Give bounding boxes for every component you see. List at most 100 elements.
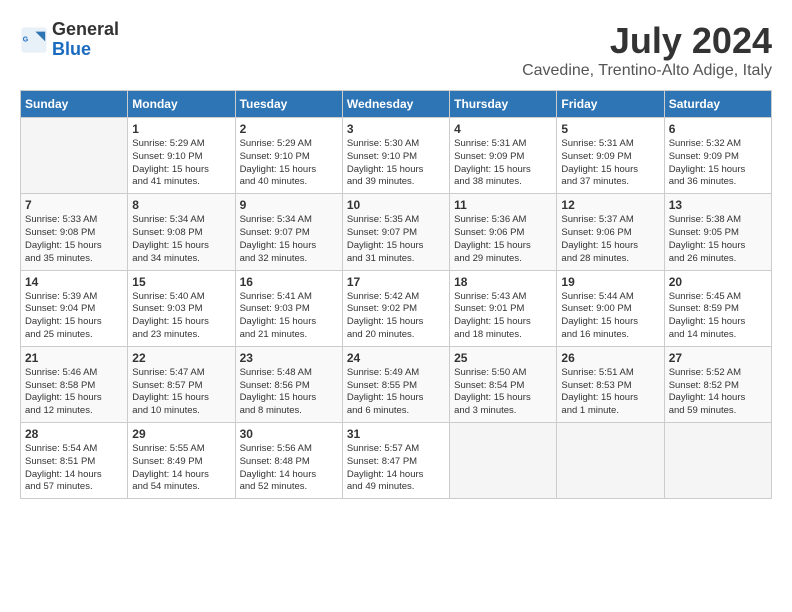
- column-header-tuesday: Tuesday: [235, 91, 342, 118]
- calendar-cell: 29 Sunrise: 5:55 AMSunset: 8:49 PMDayligh…: [128, 423, 235, 499]
- logo-line1: General: [52, 20, 119, 40]
- day-info: Sunrise: 5:33 AMSunset: 9:08 PMDaylight:…: [25, 214, 123, 265]
- column-header-sunday: Sunday: [21, 91, 128, 118]
- day-info: Sunrise: 5:35 AMSunset: 9:07 PMDaylight:…: [347, 214, 445, 265]
- day-number: 5: [561, 122, 659, 136]
- calendar-cell: 1 Sunrise: 5:29 AMSunset: 9:10 PMDaylight…: [128, 118, 235, 194]
- day-number: 29: [132, 427, 230, 441]
- day-number: 19: [561, 275, 659, 289]
- day-number: 10: [347, 198, 445, 212]
- calendar-cell: 10 Sunrise: 5:35 AMSunset: 9:07 PMDayligh…: [342, 194, 449, 270]
- logo-icon: G: [20, 26, 48, 54]
- day-number: 26: [561, 351, 659, 365]
- calendar-cell: 27 Sunrise: 5:52 AMSunset: 8:52 PMDayligh…: [664, 346, 771, 422]
- day-info: Sunrise: 5:47 AMSunset: 8:57 PMDaylight:…: [132, 367, 230, 418]
- calendar-week-4: 21 Sunrise: 5:46 AMSunset: 8:58 PMDayligh…: [21, 346, 772, 422]
- header: G General Blue July 2024 Cavedine, Trent…: [20, 20, 772, 80]
- day-number: 31: [347, 427, 445, 441]
- column-header-wednesday: Wednesday: [342, 91, 449, 118]
- calendar-cell: [450, 423, 557, 499]
- calendar-cell: 21 Sunrise: 5:46 AMSunset: 8:58 PMDayligh…: [21, 346, 128, 422]
- calendar-cell: 13Sunrise: 5:38 AMSunset: 9:05 PMDayligh…: [664, 194, 771, 270]
- calendar-cell: 30Sunrise: 5:56 AMSunset: 8:48 PMDayligh…: [235, 423, 342, 499]
- day-number: 27: [669, 351, 767, 365]
- calendar-cell: 25 Sunrise: 5:50 AMSunset: 8:54 PMDayligh…: [450, 346, 557, 422]
- logo: G General Blue: [20, 20, 119, 60]
- day-info: Sunrise: 5:43 AMSunset: 9:01 PMDaylight:…: [454, 291, 552, 342]
- calendar-cell: 19Sunrise: 5:44 AMSunset: 9:00 PMDayligh…: [557, 270, 664, 346]
- day-info: Sunrise: 5:32 AMSunset: 9:09 PMDaylight:…: [669, 138, 767, 189]
- day-number: 21: [25, 351, 123, 365]
- day-number: 24: [347, 351, 445, 365]
- day-number: 11: [454, 198, 552, 212]
- day-info: Sunrise: 5:29 AMSunset: 9:10 PMDaylight:…: [132, 138, 230, 189]
- svg-text:G: G: [23, 36, 29, 43]
- day-info: Sunrise: 5:31 AMSunset: 9:09 PMDaylight:…: [561, 138, 659, 189]
- day-number: 25: [454, 351, 552, 365]
- day-number: 4: [454, 122, 552, 136]
- calendar-cell: 28 Sunrise: 5:54 AMSunset: 8:51 PMDayligh…: [21, 423, 128, 499]
- day-number: 14: [25, 275, 123, 289]
- day-number: 13: [669, 198, 767, 212]
- day-number: 3: [347, 122, 445, 136]
- day-number: 20: [669, 275, 767, 289]
- calendar-cell: 16Sunrise: 5:41 AMSunset: 9:03 PMDayligh…: [235, 270, 342, 346]
- calendar-cell: 5 Sunrise: 5:31 AMSunset: 9:09 PMDaylight…: [557, 118, 664, 194]
- day-info: Sunrise: 5:45 AMSunset: 8:59 PMDaylight:…: [669, 291, 767, 342]
- calendar-cell: 2Sunrise: 5:29 AMSunset: 9:10 PMDaylight…: [235, 118, 342, 194]
- day-info: Sunrise: 5:42 AMSunset: 9:02 PMDaylight:…: [347, 291, 445, 342]
- day-number: 28: [25, 427, 123, 441]
- calendar-week-3: 14 Sunrise: 5:39 AMSunset: 9:04 PMDayligh…: [21, 270, 772, 346]
- day-info: Sunrise: 5:51 AMSunset: 8:53 PMDaylight:…: [561, 367, 659, 418]
- calendar-cell: 26 Sunrise: 5:51 AMSunset: 8:53 PMDayligh…: [557, 346, 664, 422]
- day-number: 15: [132, 275, 230, 289]
- day-info: Sunrise: 5:39 AMSunset: 9:04 PMDaylight:…: [25, 291, 123, 342]
- day-info: Sunrise: 5:52 AMSunset: 8:52 PMDaylight:…: [669, 367, 767, 418]
- calendar-cell: 9 Sunrise: 5:34 AMSunset: 9:07 PMDaylight…: [235, 194, 342, 270]
- calendar-cell: 4 Sunrise: 5:31 AMSunset: 9:09 PMDaylight…: [450, 118, 557, 194]
- day-number: 22: [132, 351, 230, 365]
- calendar-cell: [664, 423, 771, 499]
- day-number: 9: [240, 198, 338, 212]
- day-number: 8: [132, 198, 230, 212]
- day-number: 1: [132, 122, 230, 136]
- calendar-cell: [557, 423, 664, 499]
- day-info: Sunrise: 5:30 AMSunset: 9:10 PMDaylight:…: [347, 138, 445, 189]
- column-header-monday: Monday: [128, 91, 235, 118]
- day-info: Sunrise: 5:55 AMSunset: 8:49 PMDaylight:…: [132, 443, 230, 494]
- calendar-week-1: 1 Sunrise: 5:29 AMSunset: 9:10 PMDaylight…: [21, 118, 772, 194]
- day-info: Sunrise: 5:56 AMSunset: 8:48 PMDaylight:…: [240, 443, 338, 494]
- calendar-week-5: 28 Sunrise: 5:54 AMSunset: 8:51 PMDayligh…: [21, 423, 772, 499]
- column-header-thursday: Thursday: [450, 91, 557, 118]
- column-header-saturday: Saturday: [664, 91, 771, 118]
- day-info: Sunrise: 5:54 AMSunset: 8:51 PMDaylight:…: [25, 443, 123, 494]
- day-info: Sunrise: 5:31 AMSunset: 9:09 PMDaylight:…: [454, 138, 552, 189]
- day-info: Sunrise: 5:34 AMSunset: 9:07 PMDaylight:…: [240, 214, 338, 265]
- day-number: 16: [240, 275, 338, 289]
- day-info: Sunrise: 5:57 AMSunset: 8:47 PMDaylight:…: [347, 443, 445, 494]
- calendar-body: 1 Sunrise: 5:29 AMSunset: 9:10 PMDaylight…: [21, 118, 772, 499]
- calendar-cell: 31 Sunrise: 5:57 AMSunset: 8:47 PMDayligh…: [342, 423, 449, 499]
- calendar-cell: 8Sunrise: 5:34 AMSunset: 9:08 PMDaylight…: [128, 194, 235, 270]
- calendar-cell: 18Sunrise: 5:43 AMSunset: 9:01 PMDayligh…: [450, 270, 557, 346]
- calendar-cell: 14 Sunrise: 5:39 AMSunset: 9:04 PMDayligh…: [21, 270, 128, 346]
- calendar-cell: 6 Sunrise: 5:32 AMSunset: 9:09 PMDaylight…: [664, 118, 771, 194]
- calendar-cell: 22 Sunrise: 5:47 AMSunset: 8:57 PMDayligh…: [128, 346, 235, 422]
- day-info: Sunrise: 5:46 AMSunset: 8:58 PMDaylight:…: [25, 367, 123, 418]
- day-number: 7: [25, 198, 123, 212]
- day-number: 23: [240, 351, 338, 365]
- subtitle: Cavedine, Trentino-Alto Adige, Italy: [522, 62, 772, 80]
- day-number: 6: [669, 122, 767, 136]
- day-info: Sunrise: 5:48 AMSunset: 8:56 PMDaylight:…: [240, 367, 338, 418]
- day-info: Sunrise: 5:50 AMSunset: 8:54 PMDaylight:…: [454, 367, 552, 418]
- calendar-cell: 11Sunrise: 5:36 AMSunset: 9:06 PMDayligh…: [450, 194, 557, 270]
- day-info: Sunrise: 5:37 AMSunset: 9:06 PMDaylight:…: [561, 214, 659, 265]
- day-info: Sunrise: 5:49 AMSunset: 8:55 PMDaylight:…: [347, 367, 445, 418]
- day-info: Sunrise: 5:29 AMSunset: 9:10 PMDaylight:…: [240, 138, 338, 189]
- main-title: July 2024: [522, 20, 772, 62]
- calendar-table: SundayMondayTuesdayWednesdayThursdayFrid…: [20, 90, 772, 499]
- calendar-cell: 23 Sunrise: 5:48 AMSunset: 8:56 PMDayligh…: [235, 346, 342, 422]
- calendar-cell: 7 Sunrise: 5:33 AMSunset: 9:08 PMDaylight…: [21, 194, 128, 270]
- logo-line2: Blue: [52, 40, 119, 60]
- calendar-cell: 12Sunrise: 5:37 AMSunset: 9:06 PMDayligh…: [557, 194, 664, 270]
